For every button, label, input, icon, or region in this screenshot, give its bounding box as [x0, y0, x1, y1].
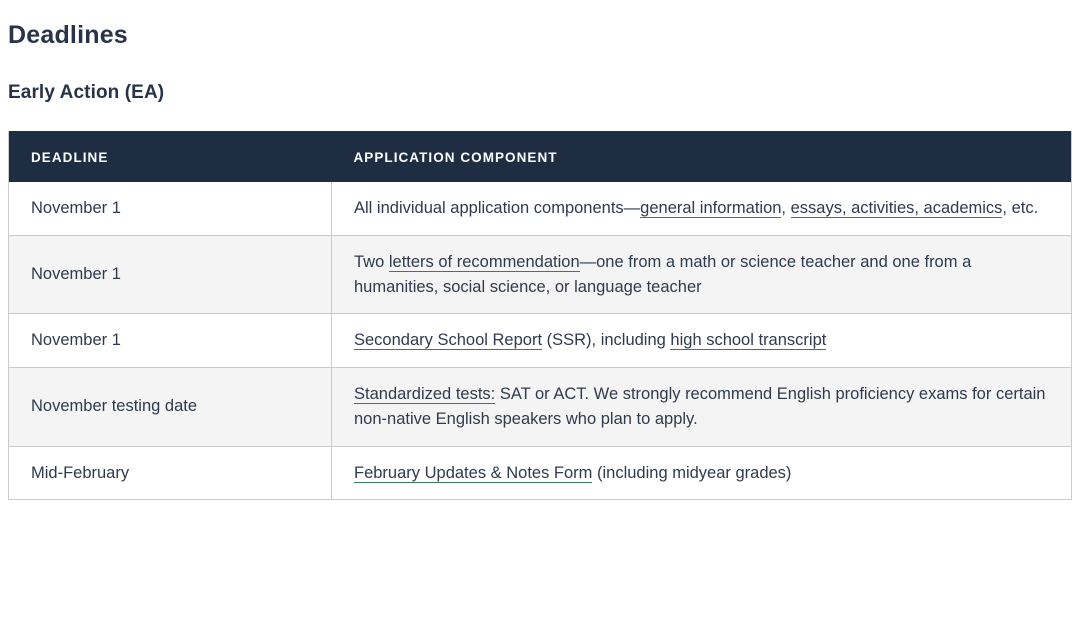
component-text: ,	[781, 199, 791, 217]
component-text: All individual application components—	[354, 199, 641, 217]
table-row: November testing date Standardized tests:…	[8, 367, 1072, 446]
component-link[interactable]: February Updates & Notes Form	[354, 463, 593, 483]
table-header: DEADLINE APPLICATION COMPONENT	[8, 131, 1072, 182]
component-link[interactable]: Secondary School Report	[354, 331, 543, 351]
page-title: Deadlines	[8, 21, 128, 49]
component-text: , etc.	[1002, 199, 1039, 217]
section-title-early-action: Early Action (EA)	[8, 82, 165, 103]
table-row: November 1 Secondary School Report (SSR),…	[8, 313, 1072, 368]
table-header-row: DEADLINE APPLICATION COMPONENT	[8, 131, 1072, 182]
cell-deadline: November testing date	[8, 367, 332, 446]
column-header-deadline: DEADLINE	[8, 131, 332, 182]
table-row: Mid-February February Updates & Notes For…	[8, 445, 1072, 500]
component-text: Two	[354, 252, 389, 271]
component-link[interactable]: letters of recommendation	[388, 252, 580, 272]
deadlines-table: DEADLINE APPLICATION COMPONENT November …	[8, 131, 1072, 501]
table-row: November 1 Two letters of recommendation—…	[8, 234, 1072, 314]
cell-deadline: November 1	[8, 234, 332, 314]
component-link[interactable]: general information	[640, 199, 782, 218]
cell-application-component: All individual application components—ge…	[332, 182, 1072, 235]
cell-deadline: November 1	[8, 313, 332, 368]
cell-application-component: Secondary School Report (SSR), including…	[331, 313, 1072, 368]
cell-application-component: February Updates & Notes Form (including…	[331, 445, 1072, 500]
table-row: November 1 All individual application com…	[8, 182, 1072, 236]
component-link[interactable]: essays, activities, academics	[790, 199, 1003, 218]
component-text: (SSR), including	[542, 331, 671, 350]
component-text: (including midyear grades)	[592, 463, 792, 482]
column-header-application-component: APPLICATION COMPONENT	[331, 131, 1072, 182]
cell-deadline: November 1	[8, 182, 332, 236]
component-link[interactable]: high school transcript	[670, 331, 827, 351]
component-link[interactable]: Standardized tests:	[354, 385, 496, 404]
cell-application-component: Standardized tests: SAT or ACT. We stron…	[331, 367, 1072, 446]
cell-application-component: Two letters of recommendation—one from a…	[331, 234, 1072, 314]
cell-deadline: Mid-February	[8, 445, 332, 500]
deadlines-page: Deadlines Early Action (EA) DEADLINE APP…	[0, 0, 1080, 619]
table-body: November 1 All individual application com…	[8, 182, 1072, 500]
